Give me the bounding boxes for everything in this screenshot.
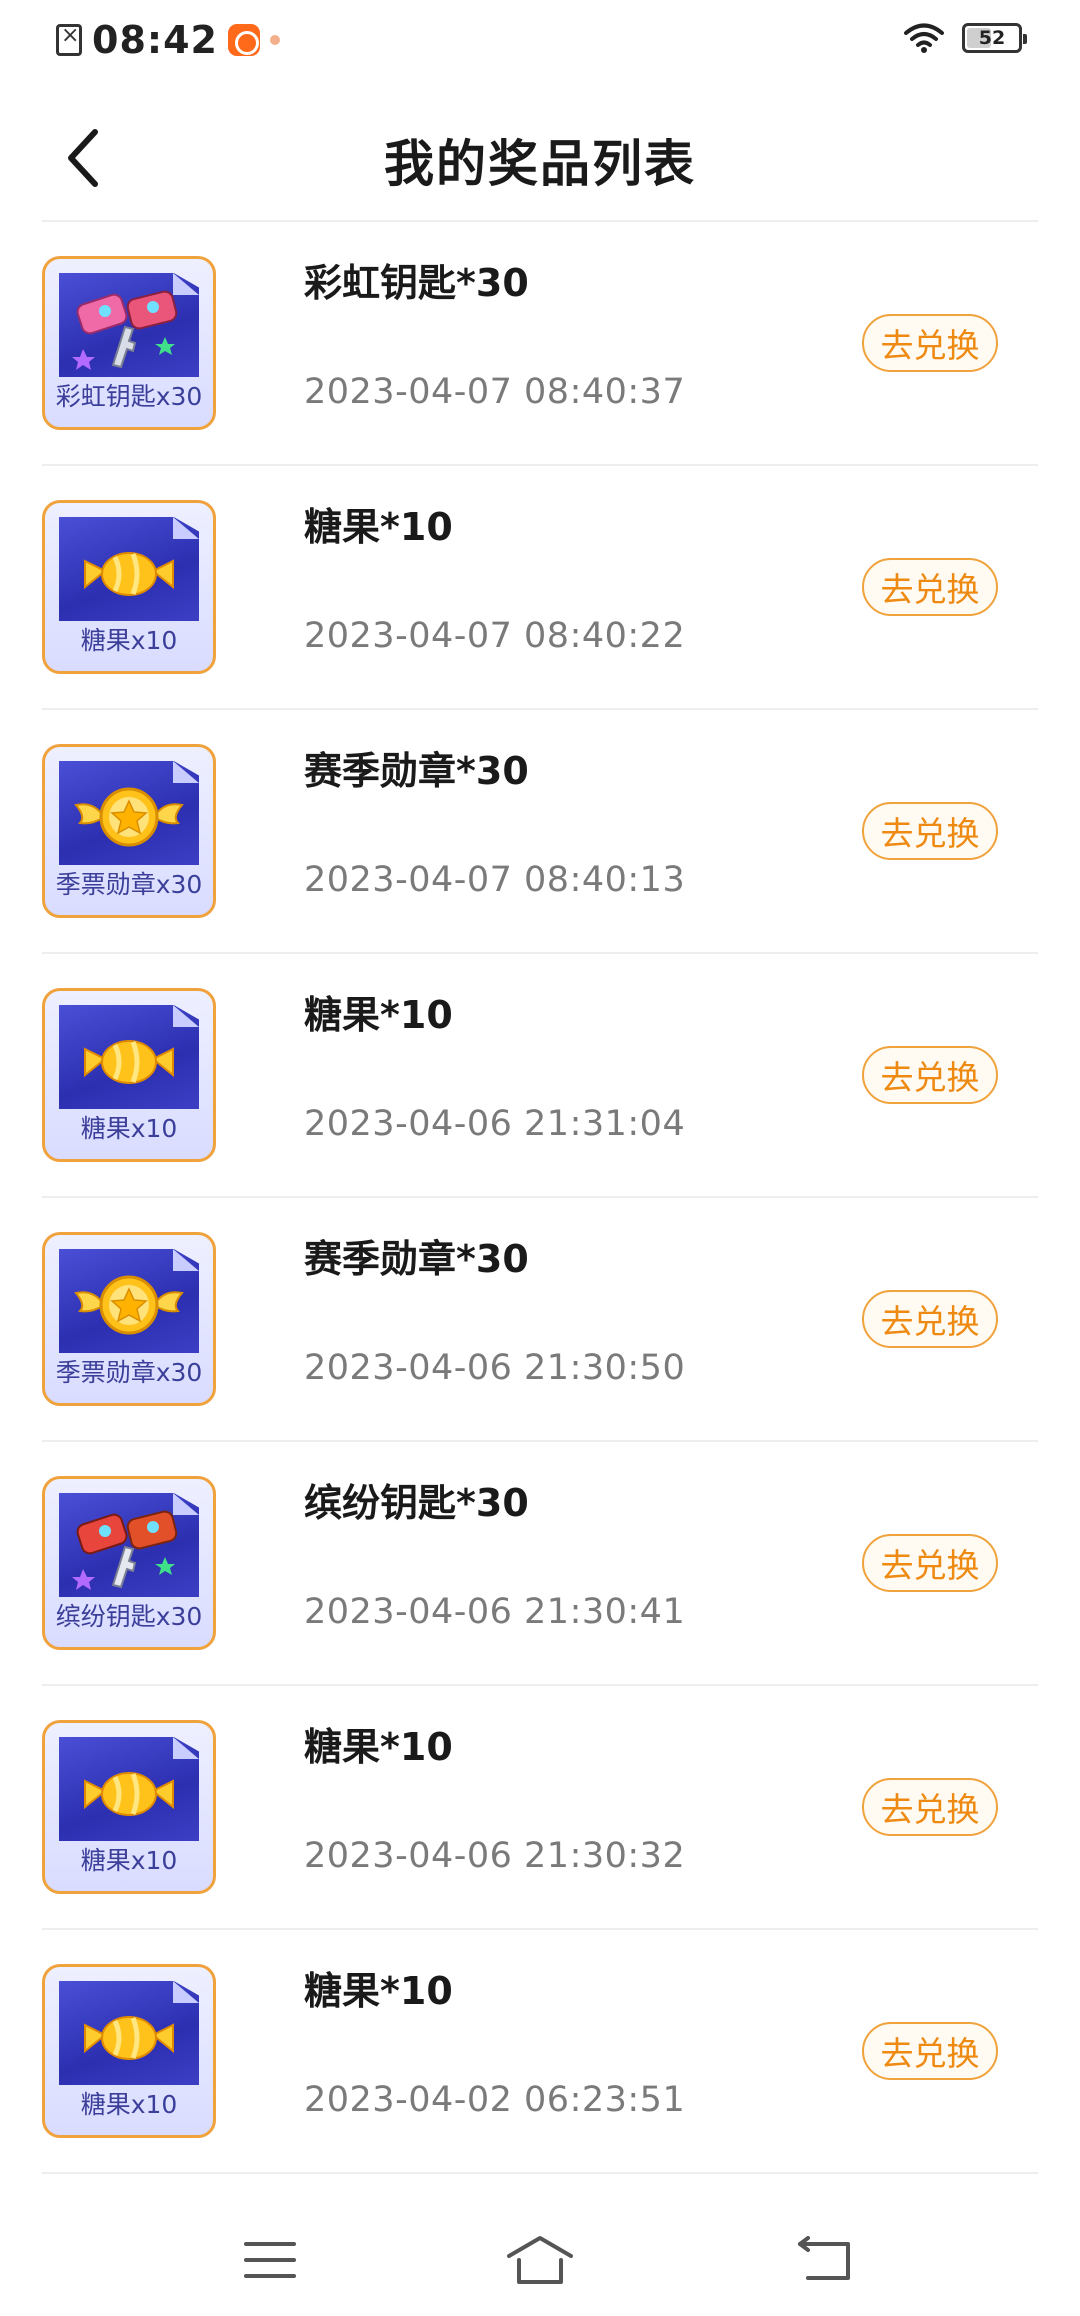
medal-icon	[74, 1275, 184, 1335]
candy-icon	[84, 2016, 174, 2060]
prize-thumbnail: 季票勋章x30	[42, 744, 216, 918]
prize-art	[45, 529, 213, 619]
prize-list-item: 季票勋章x30 赛季勋章*30 2023-04-07 08:40:13 去兑换	[42, 710, 1038, 954]
prize-date: 2023-04-02 06:23:51	[304, 2080, 686, 2120]
thumbnail-caption: 糖果x10	[80, 2090, 178, 2119]
redeem-button[interactable]: 去兑换	[862, 1290, 998, 1348]
page-header: 我的奖品列表	[0, 100, 1080, 220]
prize-thumbnail: 糖果x10	[42, 500, 216, 674]
prize-art	[45, 285, 213, 375]
prize-art	[45, 1017, 213, 1107]
prize-list-item: 糖果x10 糖果*10 2023-04-06 21:30:32 去兑换	[42, 1686, 1038, 1930]
menu-button[interactable]	[230, 2230, 310, 2290]
redeem-button[interactable]: 去兑换	[862, 1534, 998, 1592]
redeem-button[interactable]: 去兑换	[862, 1778, 998, 1836]
screenshot-blocked-icon	[56, 23, 82, 56]
prize-art	[45, 1749, 213, 1839]
status-bar: 08:42 52	[0, 0, 1080, 84]
redeem-button[interactable]: 去兑换	[862, 1046, 998, 1104]
prize-name: 缤纷钥匙*30	[304, 1481, 529, 1525]
prize-thumbnail: 季票勋章x30	[42, 1232, 216, 1406]
prize-date: 2023-04-07 08:40:37	[304, 372, 686, 412]
redeem-button[interactable]: 去兑换	[862, 314, 998, 372]
prize-date: 2023-04-06 21:30:41	[304, 1592, 686, 1632]
page-title: 我的奖品列表	[384, 135, 696, 193]
status-left: 08:42	[56, 18, 280, 62]
prize-thumbnail: 糖果x10	[42, 1720, 216, 1894]
medal-icon	[74, 787, 184, 847]
prize-list: 彩虹钥匙x30 彩虹钥匙*30 2023-04-07 08:40:37 去兑换 …	[42, 222, 1038, 2174]
prize-thumbnail: 糖果x10	[42, 1964, 216, 2138]
redeem-button[interactable]: 去兑换	[862, 802, 998, 860]
status-right: 52	[904, 22, 1027, 54]
prize-thumbnail: 缤纷钥匙x30	[42, 1476, 216, 1650]
redeem-button[interactable]: 去兑换	[862, 558, 998, 616]
prize-art	[45, 1505, 213, 1595]
prize-date: 2023-04-07 08:40:22	[304, 616, 686, 656]
thumbnail-caption: 糖果x10	[80, 1846, 178, 1875]
prize-list-item: 彩虹钥匙x30 彩虹钥匙*30 2023-04-07 08:40:37 去兑换	[42, 222, 1038, 466]
status-dot-icon	[269, 35, 280, 45]
prize-name: 彩虹钥匙*30	[304, 261, 529, 305]
thumbnail-caption: 糖果x10	[80, 626, 178, 655]
app-notification-icon	[227, 24, 260, 56]
prize-name: 赛季勋章*30	[304, 1237, 529, 1281]
prize-name: 赛季勋章*30	[304, 749, 529, 793]
system-nav-bar	[0, 2200, 1080, 2316]
home-icon	[507, 2236, 573, 2284]
prize-thumbnail: 糖果x10	[42, 988, 216, 1162]
rainbow-key-icon	[72, 290, 178, 370]
battery-icon: 52	[962, 23, 1027, 53]
prize-name: 糖果*10	[304, 505, 453, 549]
return-button[interactable]	[784, 2230, 864, 2290]
prize-art	[45, 773, 213, 863]
prize-date: 2023-04-06 21:31:04	[304, 1104, 686, 1144]
wifi-icon	[904, 23, 944, 53]
prize-list-item: 糖果x10 糖果*10 2023-04-07 08:40:22 去兑换	[42, 466, 1038, 710]
thumbnail-caption: 季票勋章x30	[55, 1358, 203, 1387]
prize-list-item: 糖果x10 糖果*10 2023-04-06 21:31:04 去兑换	[42, 954, 1038, 1198]
battery-percent: 52	[978, 27, 1006, 49]
prize-date: 2023-04-07 08:40:13	[304, 860, 686, 900]
prize-list-item: 季票勋章x30 赛季勋章*30 2023-04-06 21:30:50 去兑换	[42, 1198, 1038, 1442]
candy-icon	[84, 1772, 174, 1816]
status-time: 08:42	[92, 18, 218, 62]
thumbnail-caption: 彩虹钥匙x30	[55, 382, 203, 411]
prize-list-item: 糖果x10 糖果*10 2023-04-02 06:23:51 去兑换	[42, 1930, 1038, 2174]
prize-list-item: 缤纷钥匙x30 缤纷钥匙*30 2023-04-06 21:30:41 去兑换	[42, 1442, 1038, 1686]
prize-name: 糖果*10	[304, 1725, 453, 1769]
prize-name: 糖果*10	[304, 993, 453, 1037]
candy-icon	[84, 552, 174, 596]
prize-art	[45, 1993, 213, 2083]
thumbnail-caption: 季票勋章x30	[55, 870, 203, 899]
redeem-button[interactable]: 去兑换	[862, 2022, 998, 2080]
home-button[interactable]	[500, 2230, 580, 2290]
thumbnail-caption: 缤纷钥匙x30	[55, 1602, 203, 1631]
prize-art	[45, 1261, 213, 1351]
colorful-key-icon	[72, 1510, 178, 1590]
thumbnail-caption: 糖果x10	[80, 1114, 178, 1143]
return-icon	[798, 2236, 850, 2280]
prize-thumbnail: 彩虹钥匙x30	[42, 256, 216, 430]
prize-date: 2023-04-06 21:30:32	[304, 1836, 686, 1876]
menu-icon	[244, 2242, 296, 2278]
prize-name: 糖果*10	[304, 1969, 453, 2013]
prize-date: 2023-04-06 21:30:50	[304, 1348, 686, 1388]
candy-icon	[84, 1040, 174, 1084]
